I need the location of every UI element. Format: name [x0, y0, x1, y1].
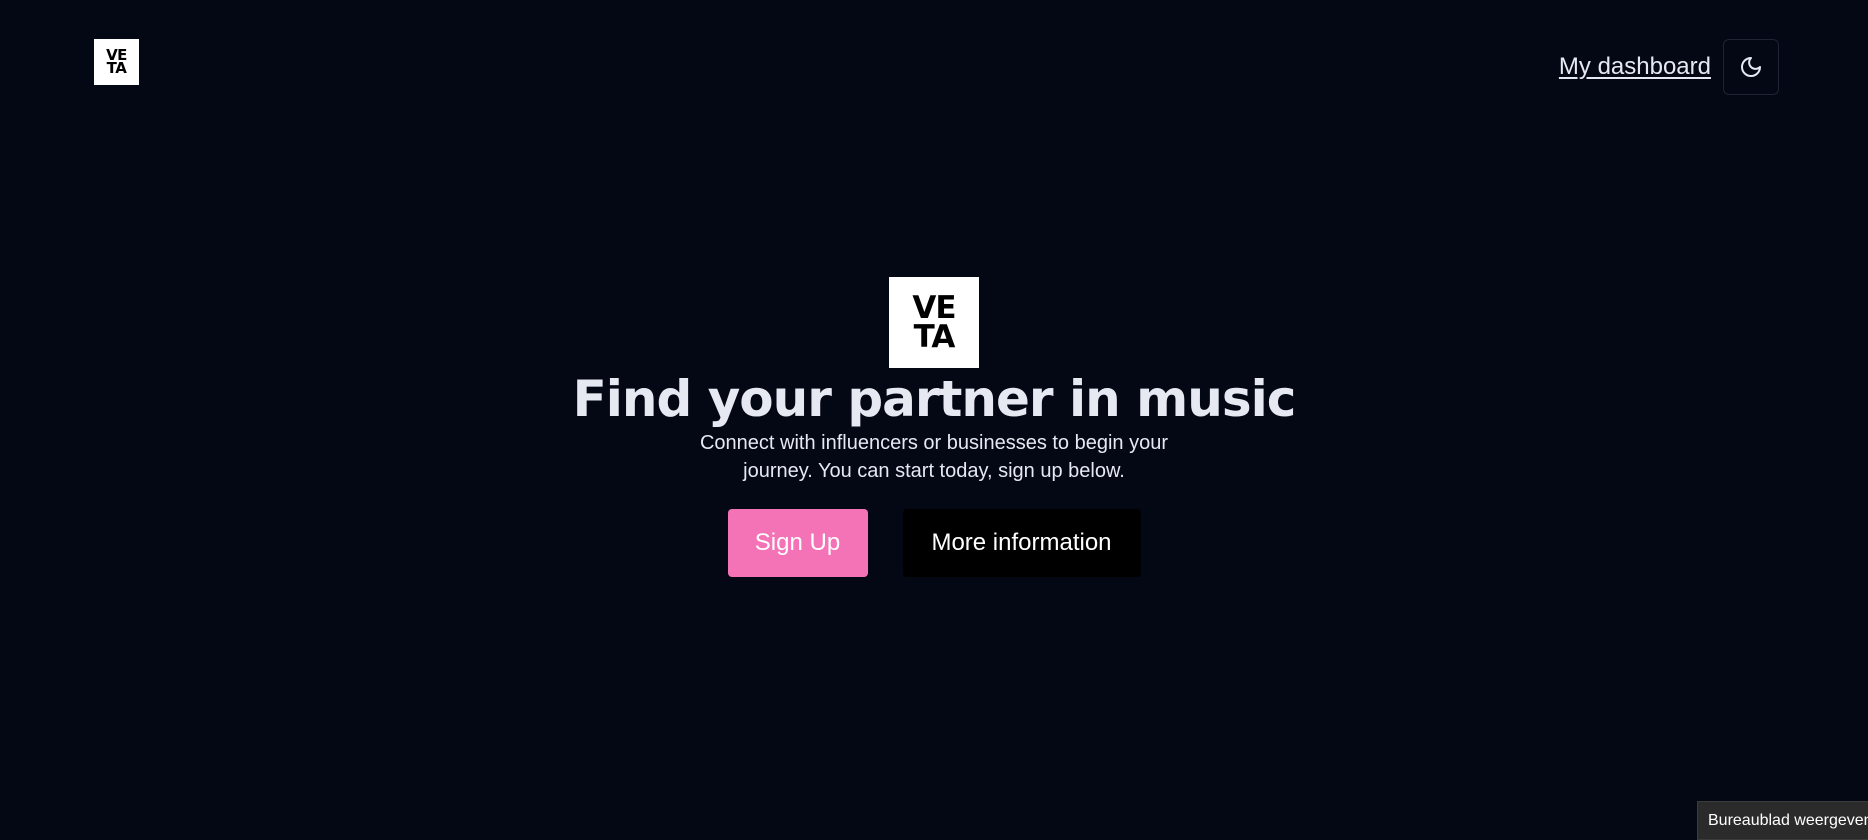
hero-subtitle: Connect with influencers or businesses t… [699, 432, 1169, 482]
hero-logo-line-2: TA [913, 318, 956, 355]
header-logo[interactable]: VE TA [94, 39, 139, 85]
hero-actions: Sign Up More information [727, 509, 1141, 577]
hero-section: VE TA Find your partner in music Connect… [0, 277, 1868, 577]
show-desktop-tooltip: Bureaublad weergeven [1697, 801, 1868, 840]
logo-line-2: TA [106, 59, 127, 77]
hero-title: Find your partner in music [572, 370, 1297, 428]
moon-icon [1741, 57, 1761, 77]
theme-toggle-button[interactable] [1723, 39, 1779, 95]
hero-logo: VE TA [889, 277, 979, 368]
landing-page: VE TA My dashboard VE TA Find your partn… [0, 0, 1868, 840]
my-dashboard-link[interactable]: My dashboard [1559, 53, 1711, 81]
more-information-button[interactable]: More information [902, 509, 1141, 577]
sign-up-button[interactable]: Sign Up [727, 509, 868, 577]
